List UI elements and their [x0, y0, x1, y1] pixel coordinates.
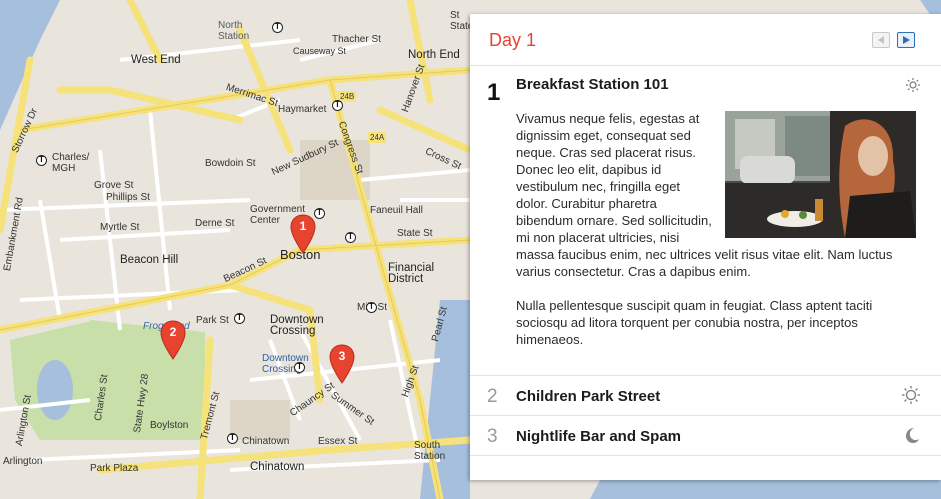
map-label-derne-st: Derne St — [195, 218, 235, 229]
item-paragraph-2: Nulla pellentesque suscipit quam in feug… — [516, 298, 873, 347]
map-label-chinatown: Chinatown — [250, 461, 305, 473]
map-label-beacon-hill: Beacon Hill — [120, 254, 179, 266]
next-day-button[interactable] — [897, 32, 915, 48]
map-label-south-station: South Station — [414, 440, 446, 462]
itinerary-item-2[interactable]: 2 Children Park Street — [470, 376, 941, 416]
t-stop-icon[interactable]: T — [272, 22, 283, 33]
t-stop-icon[interactable]: T — [36, 155, 47, 166]
map-marker-3[interactable]: 3 — [329, 344, 355, 384]
map-label-st-state: St State — [450, 10, 474, 32]
map-label-myrtle-st: Myrtle St — [100, 222, 140, 233]
item-title[interactable]: Nightlife Bar and Spam — [516, 428, 681, 445]
item-photo[interactable] — [725, 111, 916, 238]
t-stop-icon[interactable]: T — [345, 232, 356, 243]
map-marker-label: 2 — [169, 325, 177, 339]
map-marker-1[interactable]: 1 — [290, 214, 316, 254]
previous-day-button[interactable] — [872, 32, 890, 48]
item-number: 3 — [487, 426, 498, 447]
t-stop-icon[interactable]: T — [294, 362, 305, 373]
t-stop-icon[interactable]: T — [366, 302, 377, 313]
map-marker-label: 3 — [338, 349, 346, 363]
map-label-north-station: North Station — [218, 20, 250, 42]
map-label-park-st: Park St — [196, 315, 229, 326]
itinerary-panel: Day 1 1 Breakfast Station 101 Vivamus ne… — [470, 14, 941, 480]
map-label-route-24a: 24A — [368, 132, 387, 143]
map-label-charles-mgh: Charles/ MGH — [52, 152, 90, 174]
sun-icon — [906, 78, 920, 92]
item-number: 1 — [487, 79, 501, 106]
map-label-park-plaza: Park Plaza — [90, 463, 139, 474]
item-number: 2 — [487, 386, 498, 407]
itinerary-item-3[interactable]: 3 Nightlife Bar and Spam — [470, 416, 941, 456]
triangle-left-icon — [878, 36, 884, 44]
map-label-faneuil-hall: Faneuil Hall — [370, 205, 423, 216]
map-label-state-st: State St — [397, 228, 433, 239]
map-label-haymarket: Haymarket — [278, 104, 327, 115]
map-label-bowdoin-st: Bowdoin St — [205, 158, 256, 169]
day-title: Day 1 — [489, 30, 537, 50]
item-title[interactable]: Breakfast Station 101 — [516, 76, 669, 93]
map-label-thacher-st: Thacher St — [332, 34, 381, 45]
item-description: Vivamus neque felis, egestas at dignissi… — [516, 110, 916, 348]
moon-icon — [906, 428, 919, 443]
map-label-arlington: Arlington — [3, 456, 43, 467]
itinerary-item-1[interactable]: 1 Breakfast Station 101 Vivamus neque fe… — [470, 66, 941, 376]
map-label-financial-district: Financial District — [388, 262, 435, 285]
map-marker-label: 1 — [299, 219, 307, 233]
triangle-right-icon — [903, 36, 910, 44]
map-marker-2[interactable]: 2 — [160, 320, 186, 360]
map-label-north-end: North End — [408, 49, 460, 61]
sun-icon — [902, 386, 920, 404]
map-label-downtown-crossing: Downtown Crossing — [270, 314, 324, 337]
cafe-photo-image — [725, 111, 916, 238]
t-stop-icon[interactable]: T — [227, 433, 238, 444]
map-label-west-end: West End — [131, 54, 181, 66]
map-label-boylston: Boylston — [150, 420, 189, 431]
t-stop-icon[interactable]: T — [332, 100, 343, 111]
map-label-phillips-st: Phillips St — [106, 192, 150, 203]
map-label-chinatown-t: Chinatown — [242, 436, 290, 447]
map-label-causeway-st: Causeway St — [293, 46, 347, 56]
map-label-essex-st: Essex St — [318, 436, 358, 447]
item-title[interactable]: Children Park Street — [516, 388, 660, 405]
map-label-downtown-crossing-t: Downtown Crossing — [262, 353, 309, 375]
panel-header: Day 1 — [470, 14, 941, 66]
t-stop-icon[interactable]: T — [234, 313, 245, 324]
map-label-grove-st: Grove St — [94, 180, 134, 191]
